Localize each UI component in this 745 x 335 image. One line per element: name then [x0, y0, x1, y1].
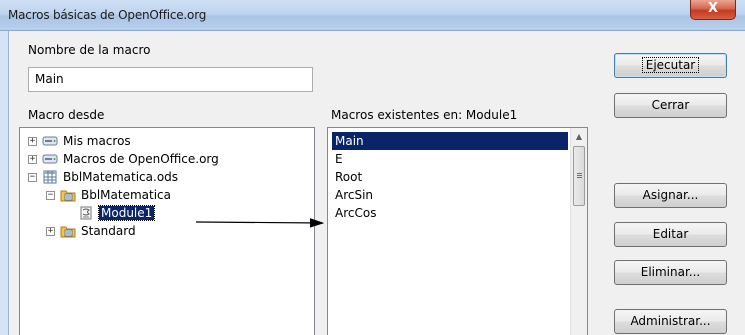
tree-item-label: BblMatematica.ods	[63, 170, 179, 184]
tree-item-standard[interactable]: + Standard	[46, 222, 136, 240]
macro-library-tree[interactable]: + Mis macros + Macros de OpenOffice.org …	[19, 127, 315, 335]
collapse-icon[interactable]: −	[46, 190, 55, 200]
drive-icon	[42, 152, 58, 166]
tree-item-label: Module1	[97, 205, 156, 221]
existing-macros-list[interactable]: Main E Root ArcSin ArcCos ▲	[327, 127, 588, 335]
assign-button-label: Asignar...	[642, 188, 699, 202]
list-item[interactable]: Root	[332, 168, 568, 186]
expand-icon[interactable]: +	[28, 136, 37, 146]
list-item[interactable]: E	[332, 150, 568, 168]
window-title: Macros básicas de OpenOffice.org	[8, 8, 207, 22]
list-item[interactable]: ArcSin	[332, 186, 568, 204]
collapse-icon[interactable]: −	[28, 172, 37, 182]
edit-button-label: Editar	[652, 227, 689, 241]
delete-button[interactable]: Eliminar...	[614, 260, 727, 285]
delete-button-label: Eliminar...	[640, 265, 701, 279]
grip-line	[577, 177, 582, 178]
tree-item-library[interactable]: − BblMatematica	[46, 186, 171, 204]
tree-item-oo-macros[interactable]: + Macros de OpenOffice.org	[28, 150, 219, 168]
macro-name-label: Nombre de la macro	[28, 43, 151, 57]
dialog-body: Nombre de la macro Main Macro desde Macr…	[8, 31, 745, 335]
edit-button[interactable]: Editar	[614, 222, 727, 247]
grip-line	[577, 175, 582, 176]
macro-from-label: Macro desde	[28, 108, 105, 122]
tree-item-document[interactable]: − BblMatematica.ods	[28, 168, 178, 186]
list-item[interactable]: Main	[332, 132, 568, 150]
tree-item-label: Standard	[81, 224, 136, 238]
manage-button[interactable]: Administrar...	[614, 309, 727, 334]
spreadsheet-icon	[42, 170, 58, 184]
tree-item-module[interactable]: Module1	[78, 204, 156, 222]
tree-item-label: Macros de OpenOffice.org	[63, 152, 219, 166]
tree-item-label: Mis macros	[63, 134, 131, 148]
run-button[interactable]: Ejecutar	[614, 53, 727, 78]
vertical-scrollbar[interactable]: ▲	[570, 128, 587, 335]
run-button-label: Ejecutar	[641, 57, 700, 73]
drive-icon	[42, 134, 58, 148]
macro-name-input[interactable]: Main	[28, 67, 313, 92]
expand-icon[interactable]: +	[28, 154, 37, 164]
assign-button[interactable]: Asignar...	[614, 183, 727, 208]
module-icon	[78, 206, 94, 220]
grip-line	[577, 173, 582, 174]
close-button[interactable]: Cerrar	[614, 93, 727, 118]
scrollbar-thumb[interactable]	[573, 146, 585, 206]
manage-button-label: Administrar...	[630, 314, 711, 328]
close-window-button[interactable]: X	[690, 0, 736, 20]
tree-item-my-macros[interactable]: + Mis macros	[28, 132, 131, 150]
list-item[interactable]: ArcCos	[332, 204, 568, 222]
library-icon	[60, 224, 76, 238]
expand-icon[interactable]: +	[46, 226, 55, 236]
existing-macros-label: Macros existentes en: Module1	[331, 108, 518, 122]
title-bar: Macros básicas de OpenOffice.org X	[0, 0, 745, 31]
tree-item-label: BblMatematica	[81, 188, 172, 202]
library-icon	[60, 188, 76, 202]
close-button-label: Cerrar	[651, 98, 690, 112]
scroll-up-icon[interactable]: ▲	[571, 128, 587, 145]
